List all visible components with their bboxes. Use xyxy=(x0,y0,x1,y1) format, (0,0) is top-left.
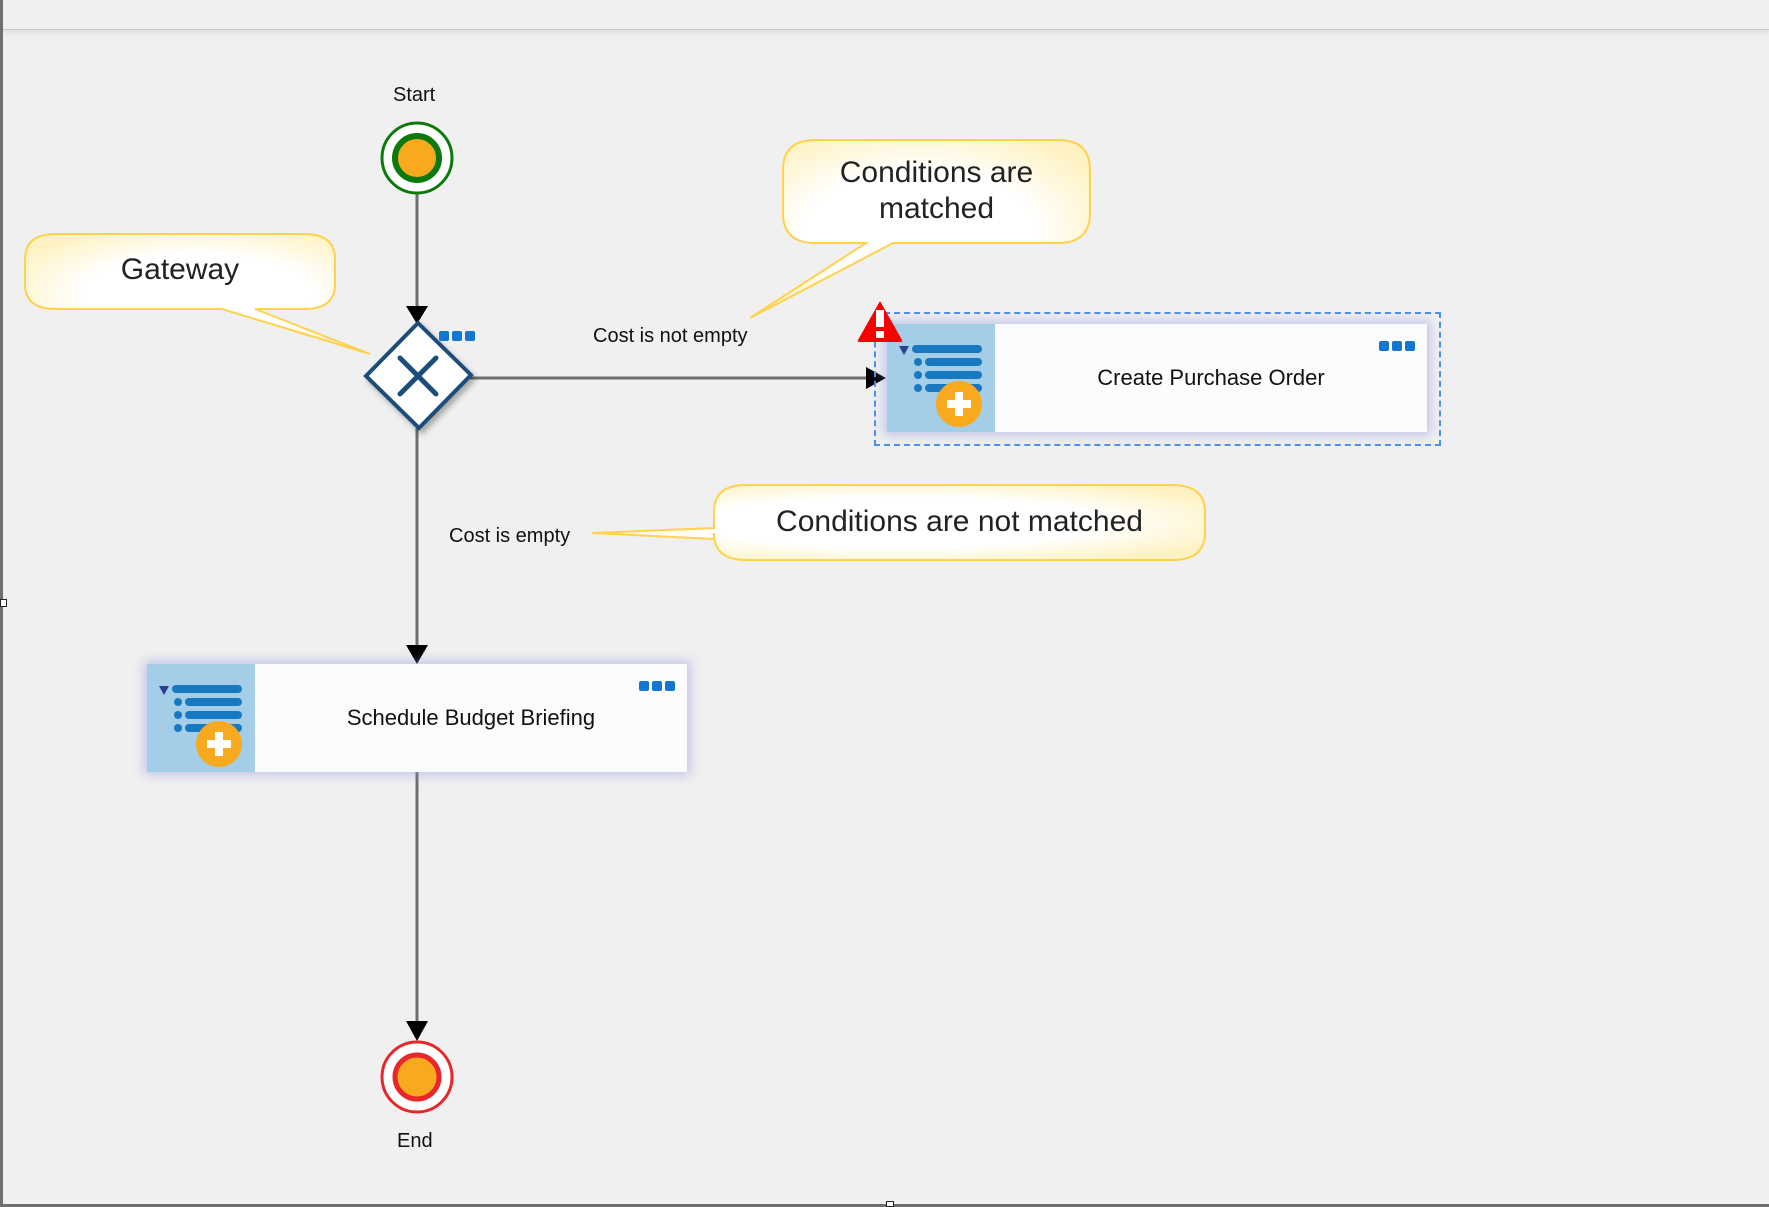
callout-gateway-text: Gateway xyxy=(120,253,240,286)
callout-matched-line2: matched xyxy=(878,192,995,225)
task-more-menu-icon[interactable] xyxy=(1379,341,1415,351)
connector-gateway-to-schedule[interactable] xyxy=(406,428,428,664)
edge-label-cost-not-empty[interactable]: Cost is not empty xyxy=(593,325,748,348)
task-create-purchase-order[interactable]: Create Purchase Order xyxy=(887,324,1427,432)
edge-label-cost-empty[interactable]: Cost is empty xyxy=(449,525,570,548)
task-schedule-budget-briefing[interactable]: Schedule Budget Briefing xyxy=(147,664,687,772)
task-more-menu-icon[interactable] xyxy=(639,681,675,691)
arrowhead-icon xyxy=(406,1021,428,1041)
callout-matched-line1: Conditions are xyxy=(839,156,1034,189)
connector-start-to-gateway[interactable] xyxy=(406,194,428,324)
gateway-more-menu-icon[interactable] xyxy=(439,331,475,341)
end-event[interactable] xyxy=(380,1040,454,1114)
connector-gateway-to-create-po[interactable] xyxy=(470,367,886,389)
user-task-icon xyxy=(147,664,255,772)
connector-schedule-to-end[interactable] xyxy=(406,772,428,1041)
end-event-label: End xyxy=(397,1130,433,1152)
start-event-label: Start xyxy=(393,84,436,106)
arrowhead-icon xyxy=(406,645,428,664)
task-title: Schedule Budget Briefing xyxy=(346,705,596,730)
task-title: Create Purchase Order xyxy=(1097,365,1325,390)
callout-not-matched-text: Conditions are not matched xyxy=(776,505,1143,538)
warning-icon[interactable] xyxy=(856,298,904,344)
start-event[interactable] xyxy=(380,121,454,195)
